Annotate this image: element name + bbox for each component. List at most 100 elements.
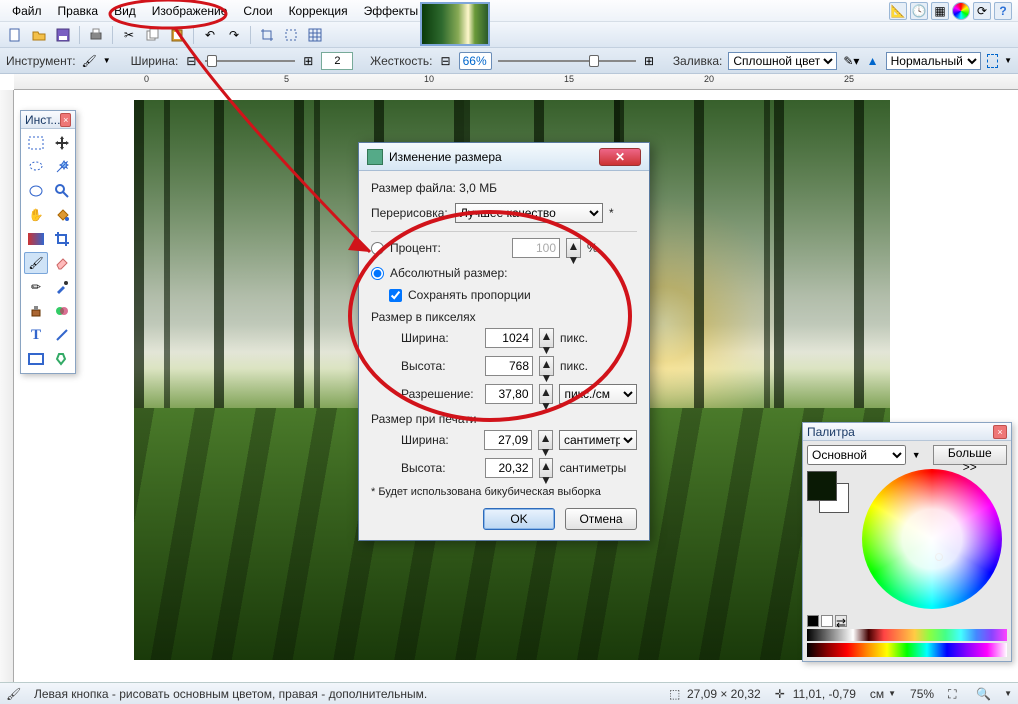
swap-icon[interactable]: ⇄ [835, 615, 847, 627]
primary-color[interactable] [807, 471, 837, 501]
minus-icon[interactable]: ⊟ [184, 52, 198, 70]
keep-ratio-checkbox[interactable] [389, 289, 402, 302]
help-icon[interactable]: ? [994, 2, 1012, 20]
blend-select[interactable]: Нормальный [886, 52, 981, 70]
hardness-value[interactable]: 66% [459, 52, 492, 70]
open-icon[interactable] [28, 25, 50, 45]
swatch[interactable] [821, 615, 833, 627]
tool-recolor[interactable] [50, 300, 74, 322]
palette-title[interactable]: Палитра× [803, 423, 1011, 441]
width-spin[interactable] [321, 52, 353, 70]
menu-edit[interactable]: Правка [50, 2, 107, 20]
more-button[interactable]: Больше >> [933, 445, 1007, 465]
tool-line[interactable] [50, 324, 74, 346]
tool-crop[interactable] [50, 228, 74, 250]
menu-effects[interactable]: Эффекты [356, 2, 427, 20]
hardness-slider[interactable] [498, 55, 636, 67]
tool-ellipse-select[interactable] [24, 180, 48, 202]
undo-icon[interactable]: ↶ [199, 25, 221, 45]
close-icon[interactable]: × [993, 425, 1007, 439]
deselect-icon[interactable] [280, 25, 302, 45]
tool-pencil[interactable]: ✏ [24, 276, 48, 298]
zoom-icon[interactable]: 🔍 [976, 687, 990, 701]
spinner[interactable]: ▲▼ [539, 356, 554, 376]
spinner[interactable]: ▲▼ [539, 328, 554, 348]
alpha-icon[interactable] [987, 54, 998, 68]
copy-icon[interactable] [142, 25, 164, 45]
colorwheel-icon[interactable] [952, 2, 970, 20]
print-height-input[interactable] [485, 458, 533, 478]
tool-shape[interactable] [50, 348, 74, 370]
tool-rect-select[interactable] [24, 132, 48, 154]
menu-view[interactable]: Вид [106, 2, 144, 20]
px-width-input[interactable] [485, 328, 533, 348]
cancel-button[interactable]: Отмена [565, 508, 637, 530]
menu-file[interactable]: Файл [4, 2, 50, 20]
spinner[interactable]: ▲▼ [566, 238, 581, 258]
ruler-icon[interactable]: 📐 [889, 2, 907, 20]
tool-wand[interactable] [50, 156, 74, 178]
tool-rect[interactable] [24, 348, 48, 370]
close-button[interactable]: ✕ [599, 148, 641, 166]
document-thumbnail[interactable] [420, 2, 490, 46]
unit-label[interactable]: см [870, 687, 884, 701]
paste-icon[interactable] [166, 25, 188, 45]
tool-picker[interactable] [50, 276, 74, 298]
percent-radio[interactable] [371, 242, 384, 255]
history-icon[interactable]: ⟳ [973, 2, 991, 20]
tool-gradient[interactable] [24, 228, 48, 250]
hue-strip[interactable] [807, 643, 1007, 657]
menu-image[interactable]: Изображение [144, 2, 236, 20]
antialias-icon[interactable]: ▲ [865, 52, 879, 70]
tool-text[interactable]: T [24, 324, 48, 346]
layers-icon[interactable]: ▦ [931, 2, 949, 20]
plus-icon[interactable]: ⊞ [642, 52, 656, 70]
new-file-icon[interactable] [4, 25, 26, 45]
dialog-titlebar[interactable]: Изменение размера ✕ [359, 143, 649, 171]
minus-icon[interactable]: ⊟ [438, 52, 452, 70]
clock-icon[interactable]: 🕓 [910, 2, 928, 20]
crop-icon[interactable] [256, 25, 278, 45]
cut-icon[interactable]: ✂ [118, 25, 140, 45]
menu-adjust[interactable]: Коррекция [281, 2, 356, 20]
print-width-input[interactable] [484, 430, 532, 450]
width-slider[interactable] [205, 55, 296, 67]
redo-icon[interactable]: ↷ [223, 25, 245, 45]
px-height-input[interactable] [485, 356, 533, 376]
spinner[interactable]: ▲▼ [538, 430, 553, 450]
swatch[interactable] [807, 615, 819, 627]
tool-clone[interactable] [24, 300, 48, 322]
plus-icon[interactable]: ⊞ [301, 52, 315, 70]
color-wheel[interactable] [862, 469, 1002, 609]
tool-hand[interactable]: ✋ [24, 204, 48, 226]
color-indicator[interactable] [935, 553, 943, 561]
tool-brush[interactable]: 🖌 [24, 252, 48, 274]
tools-panel-title[interactable]: Инст...× [21, 111, 75, 129]
percent-input[interactable] [512, 238, 560, 258]
fill-select[interactable]: Сплошной цвет [728, 52, 837, 70]
print-icon[interactable] [85, 25, 107, 45]
tool-lasso[interactable] [24, 156, 48, 178]
fit-icon[interactable]: ⛶ [948, 687, 962, 701]
palette-set-select[interactable]: Основной [807, 445, 906, 465]
resolution-unit-select[interactable]: пикс./см [559, 384, 637, 404]
spinner[interactable]: ▲▼ [539, 384, 554, 404]
redraw-select[interactable]: Лучшее качество [455, 203, 603, 223]
ok-button[interactable]: OK [483, 508, 555, 530]
fill-edit-icon[interactable]: ✎▾ [843, 52, 859, 70]
tool-zoom[interactable] [50, 180, 74, 202]
save-icon[interactable] [52, 25, 74, 45]
grid-icon[interactable] [304, 25, 326, 45]
cursor-pos: 11,01, -0,79 [793, 687, 856, 701]
tool-eraser[interactable] [50, 252, 74, 274]
tool-fill[interactable] [50, 204, 74, 226]
spinner[interactable]: ▲▼ [539, 458, 554, 478]
absolute-radio[interactable] [371, 267, 384, 280]
resolution-input[interactable] [485, 384, 533, 404]
tool-move[interactable] [50, 132, 74, 154]
swatch-strip[interactable] [807, 629, 1007, 641]
print-width-unit[interactable]: сантиметры [559, 430, 637, 450]
brush-icon[interactable]: 🖌 [82, 52, 97, 70]
menu-layers[interactable]: Слои [235, 2, 280, 20]
close-icon[interactable]: × [60, 113, 71, 127]
